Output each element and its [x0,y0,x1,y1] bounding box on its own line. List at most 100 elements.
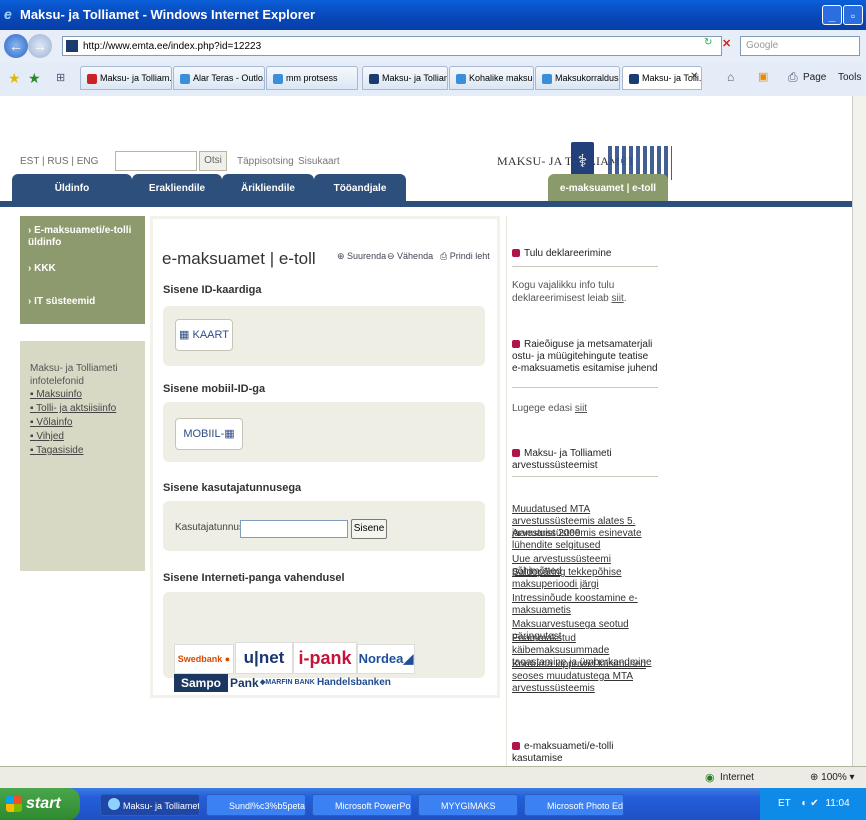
zoom-in-link[interactable]: ⊕ Suurenda [337,251,386,262]
system-tray: ET ◐ ✔ 11:04 [760,788,866,820]
info-link[interactable]: ▪ Vihjed [30,431,64,442]
nordea-logo[interactable]: Nordea◢ [357,644,415,674]
search-input[interactable]: Google [740,36,860,56]
refresh-icon[interactable]: ↻ [704,37,712,48]
menu-tab[interactable]: Ärikliendile [222,174,314,203]
news-link[interactable]: Intressinõude koostamine e-maksuametis [512,593,662,617]
bullet-icon [512,249,520,258]
site-search-button[interactable]: Otsi [199,151,227,171]
home-icon[interactable]: ⌂ [727,70,734,84]
language-links[interactable]: EST | RUS | ENG [20,156,98,167]
ie-icon: e [4,6,12,22]
taskbar-item[interactable]: Sundl%c3%b5petami... [206,794,306,816]
maximize-button[interactable]: ▫ [843,5,863,25]
marfin-bank-logo[interactable]: ◆MARFIN BANK [260,676,315,690]
taskbar-item[interactable]: Microsoft PowerPoint ... [312,794,412,816]
news-heading: Tulu deklareerimine [512,248,611,260]
zoom-out-link[interactable]: ⊖ Vähenda [387,251,433,262]
tab-icon [369,73,379,84]
address-url: http://www.emta.ee/index.php?id=12223 [83,41,262,52]
taskbar-item[interactable]: Microsoft Photo Edito... [524,794,624,816]
news-link[interactable]: siit [575,403,587,414]
tab-icon [629,73,639,84]
favorites-star-icon[interactable]: ★ [8,70,21,87]
news-text: Kogu vajalikku info tulu deklareerimises… [512,280,627,304]
minimize-button[interactable]: _ [822,5,842,25]
info-link[interactable]: ▪ Võlainfo [30,417,72,428]
menu-bar [0,201,852,207]
menu-tab[interactable]: Üldinfo [12,174,132,203]
news-link[interactable]: Korduma kippuvad küsimused seoses muudat… [512,659,662,695]
news-link[interactable]: Arvestussüsteemis esinevate lühendite se… [512,528,662,552]
news-link[interactable]: Saldopäring tekkepõhise maksuperioodi jä… [512,567,662,591]
divider [512,266,658,267]
ipank-logo[interactable]: i-pank [293,642,357,674]
info-link[interactable]: ▪ Maksuinfo [30,389,82,400]
news-heading: Maksu- ja Tolliameti arvestussüsteemist [512,448,612,471]
site-search-input[interactable] [115,151,197,171]
tray-icons: ◐ ✔ [801,798,819,809]
clock: 11:04 [825,798,850,809]
divider [512,387,658,388]
news-text: Lugege edasi siit [512,403,588,414]
quick-tabs-icon[interactable]: ⊞ [56,71,65,84]
language-indicator[interactable]: ET [760,798,791,809]
bank-login-heading: Sisene Interneti-panga vahendusel [163,572,345,584]
feeds-icon[interactable]: ▣ [758,70,768,83]
add-favorites-icon[interactable]: ★ [28,70,41,87]
vertical-scrollbar[interactable] [852,96,866,766]
id-card-heading: Sisene ID-kaardiga [163,284,262,296]
title-bar: e Maksu- ja Tolliamet - Windows Internet… [0,0,866,30]
tab-icon [542,73,552,84]
browser-tab[interactable]: Maksu- ja Tolliam... [80,66,172,90]
close-tab-icon[interactable]: ✕ [690,71,698,82]
mobile-id-button[interactable]: MOBIIL-▦ [175,418,243,450]
info-link[interactable]: ▪ Tagasiside [30,445,83,456]
browser-tab[interactable]: Kohalike maksude... [449,66,534,90]
left-nav-item[interactable]: › IT süsteemid [28,296,95,308]
username-label: Kasutajatunnus: [175,522,247,533]
id-card-button[interactable]: ▦ KAART [175,319,233,351]
advanced-search-link[interactable]: Täppisotsing [237,156,294,167]
browser-tab[interactable]: Maksukorralduse ... [535,66,620,90]
status-bar: ◉ Internet ⊕ 100% ▾ [0,766,866,789]
window-title: Maksu- ja Tolliamet - Windows Internet E… [20,7,316,22]
zoom-level[interactable]: ⊕ 100% ▾ [810,772,855,783]
print-page-link[interactable]: ⎙ Prindi leht [440,251,490,262]
taskbar-item[interactable]: MYYGIMAKS [418,794,518,816]
bullet-icon [512,340,520,349]
username-input[interactable] [240,520,348,538]
browser-tab[interactable]: mm protsess [266,66,358,90]
tab-icon [273,73,283,84]
print-icon[interactable]: ⎙ [788,70,798,85]
forward-button[interactable]: → [28,34,52,58]
globe-icon: ◉ [705,772,715,784]
left-nav-item[interactable]: › KKK [28,263,56,275]
tab-icon [456,73,466,84]
news-link[interactable]: siit [612,293,624,304]
menu-tab[interactable]: Tööandjale [314,174,406,203]
page-menu[interactable]: Page [803,72,826,83]
news-heading: e-maksuameti/e-tolli kasutamise [512,741,614,764]
stop-icon[interactable]: ✕ [722,37,731,50]
menu-tab[interactable]: Erakliendile [132,174,222,203]
back-button[interactable]: ← [4,34,28,58]
browser-tab[interactable]: Maksu- ja Tolliamet [362,66,448,90]
bullet-icon [512,742,520,751]
menu-tab-e-services[interactable]: e-maksuamet | e-toll [548,174,668,203]
browser-tab[interactable]: Alar Teras - Outlo... [173,66,265,90]
unet-logo[interactable]: u|net [235,642,293,674]
sitemap-link[interactable]: Sisukaart [298,156,340,167]
tools-menu[interactable]: Tools [838,72,861,83]
info-phones-title: Maksu- ja Tolliameti infotelefonid [30,363,118,387]
windows-logo-icon [6,796,22,812]
login-button[interactable]: Sisene [351,519,387,539]
handelsbanken-logo[interactable]: Handelsbanken [317,675,391,691]
site-favicon-icon [66,40,78,52]
sampo-logo[interactable]: Sampo [174,674,228,692]
info-link[interactable]: ▪ Tolli- ja aktsiisiinfo [30,403,116,414]
address-bar[interactable]: http://www.emta.ee/index.php?id=12223 [62,36,722,56]
tab-icon [180,73,190,84]
swedbank-logo[interactable]: Swedbank ● [174,644,234,674]
left-nav-item[interactable]: › E-maksuameti/e-tolli üldinfo [28,225,138,249]
